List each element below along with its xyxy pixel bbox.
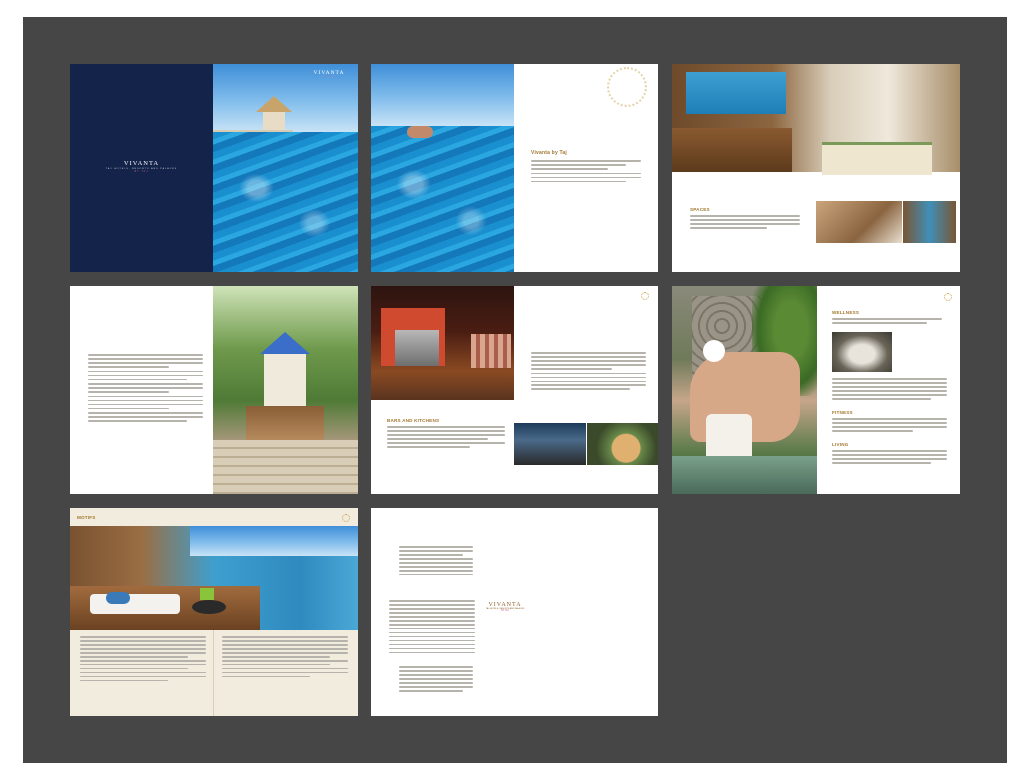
motifs-spine xyxy=(213,630,214,716)
page-motifs-spread[interactable]: MOTIFS xyxy=(70,508,358,716)
sun-motif-icon xyxy=(944,293,952,301)
dining-wine-cabinet xyxy=(395,330,439,366)
motifs-pillow xyxy=(106,592,130,604)
cover-brand-logo: VIVANTA TAJ HOTELS, RESORTS AND PALACES … xyxy=(105,160,178,173)
wellness-body-text xyxy=(832,378,947,402)
page-resort-spread[interactable] xyxy=(70,286,358,494)
dining-thumb-1 xyxy=(514,423,586,465)
wellness-intro-text xyxy=(832,318,942,326)
intro-body-text xyxy=(531,160,641,185)
face-blur xyxy=(703,340,725,362)
dining-cushions xyxy=(471,334,511,368)
page-spaces-spread[interactable]: SPACES xyxy=(672,64,960,272)
page-dining-spread[interactable]: BARS AND KITCHENS xyxy=(371,286,658,494)
living-body-text xyxy=(832,450,947,466)
motifs-sky xyxy=(190,526,358,556)
intro-photo-pool xyxy=(371,126,514,272)
back-contact-text-3 xyxy=(399,666,473,694)
spaces-thumb-1 xyxy=(816,201,902,243)
page-back-cover[interactable]: VIVANTA TAJ HOTELS, RESORTS AND PALACES … xyxy=(371,508,658,716)
fitness-heading: FITNESS xyxy=(832,410,853,415)
resort-body-text xyxy=(88,354,203,424)
spaces-thumb-2 xyxy=(903,201,956,243)
motifs-table xyxy=(192,600,226,614)
wellness-water xyxy=(672,456,817,494)
sun-motif-icon xyxy=(607,67,647,107)
intro-title: Vivanta by Taj xyxy=(531,150,567,156)
back-cover-brand: VIVANTA TAJ HOTELS, RESORTS AND PALACES … xyxy=(485,602,525,612)
intro-photo-sky xyxy=(371,64,514,126)
resort-walkway xyxy=(246,406,324,440)
page-intro-spread[interactable]: Vivanta by Taj xyxy=(371,64,658,272)
motifs-body-text-left xyxy=(80,636,206,684)
wellness-heading: WELLNESS xyxy=(832,310,860,315)
brochure-board: VIVANTA TAJ HOTELS, RESORTS AND PALACES … xyxy=(23,17,1007,763)
motifs-drinks xyxy=(200,588,214,600)
spaces-window-view xyxy=(686,72,786,114)
dining-thumb-2 xyxy=(587,423,658,465)
living-heading: LIVING xyxy=(832,442,849,447)
dining-body-text-2 xyxy=(387,426,505,450)
cover-hut-body xyxy=(263,112,285,130)
fitness-body-text xyxy=(832,418,947,434)
spaces-bed xyxy=(822,142,932,175)
sun-motif-icon xyxy=(342,514,350,522)
spaces-body-text xyxy=(690,215,800,231)
back-contact-text-2 xyxy=(389,600,475,656)
dining-body-text xyxy=(531,352,646,392)
page-wellness-spread[interactable]: WELLNESS FITNESS LIVING xyxy=(672,286,960,494)
wellness-spa-thumb xyxy=(832,332,892,372)
motifs-heading: MOTIFS xyxy=(77,515,96,520)
back-contact-text-1 xyxy=(399,546,473,578)
resort-steps xyxy=(213,440,358,494)
motifs-body-text-right xyxy=(222,636,348,680)
page-cover-spread[interactable]: VIVANTA TAJ HOTELS, RESORTS AND PALACES … xyxy=(70,64,358,272)
cover-navy-panel: VIVANTA TAJ HOTELS, RESORTS AND PALACES … xyxy=(70,64,213,272)
cover-photo-pool xyxy=(213,132,358,272)
dining-heading: BARS AND KITCHENS xyxy=(387,418,440,423)
cover-brand-corner: VIVANTA BY TAJ xyxy=(313,70,345,78)
spaces-deck xyxy=(672,128,792,172)
motifs-daybed xyxy=(90,594,180,614)
sun-motif-icon xyxy=(641,292,649,300)
spaces-heading: SPACES xyxy=(690,207,710,212)
intro-couple xyxy=(407,126,433,138)
